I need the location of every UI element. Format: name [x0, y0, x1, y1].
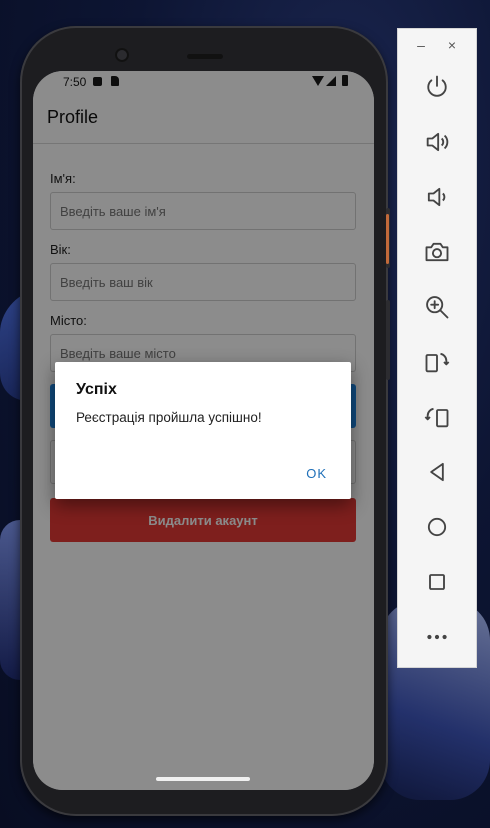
- side-button-accent: [386, 214, 389, 264]
- dialog-ok-button[interactable]: OK: [300, 462, 333, 485]
- rotate-right-icon[interactable]: [416, 399, 458, 435]
- home-icon[interactable]: [416, 509, 458, 545]
- camera-icon[interactable]: [416, 234, 458, 270]
- dialog-message: Реєстрація пройшла успішно!: [76, 410, 262, 425]
- emulator-toolbar: – ×: [397, 28, 477, 668]
- earpiece-speaker: [187, 54, 223, 59]
- zoom-icon[interactable]: [416, 289, 458, 325]
- phone-screen: 7:50 Profile Ім'я: Вік: Місто: Видалити …: [33, 71, 374, 790]
- success-dialog: Успіх Реєстрація пройшла успішно! OK: [55, 362, 351, 499]
- minimize-button[interactable]: –: [415, 38, 427, 52]
- dialog-title: Успіх: [76, 381, 117, 398]
- more-icon[interactable]: [416, 619, 458, 655]
- volume-down-icon[interactable]: [416, 179, 458, 215]
- rotate-left-icon[interactable]: [416, 344, 458, 380]
- volume-side-button: [386, 300, 390, 380]
- power-icon[interactable]: [416, 69, 458, 105]
- gesture-home-bar[interactable]: [156, 777, 250, 781]
- back-icon[interactable]: [416, 454, 458, 490]
- volume-up-icon[interactable]: [416, 124, 458, 160]
- close-button[interactable]: ×: [446, 38, 458, 52]
- front-camera: [115, 48, 129, 62]
- toolbar-window-controls: – ×: [398, 37, 476, 57]
- overview-icon[interactable]: [416, 564, 458, 600]
